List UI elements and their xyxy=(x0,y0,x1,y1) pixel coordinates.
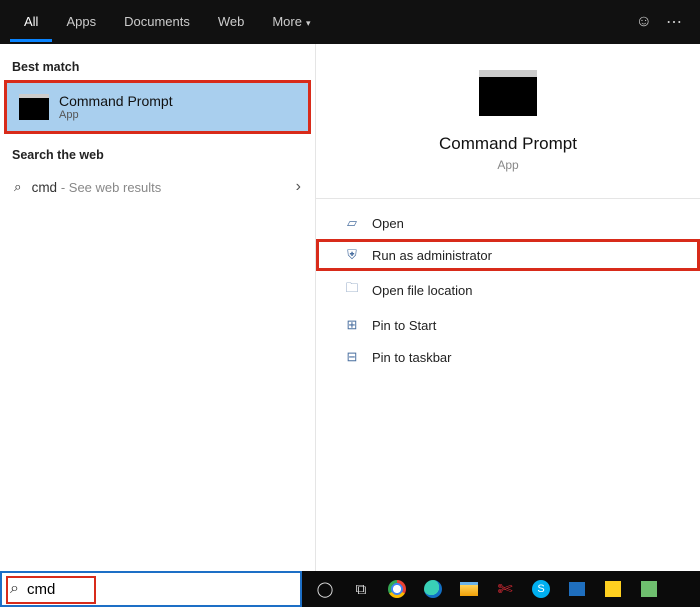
chevron-right-icon: › xyxy=(296,178,301,196)
action-list: ▱ Open ⛨ Run as administrator 🗀 Open fil… xyxy=(316,203,700,377)
best-match-subtitle: App xyxy=(59,109,173,121)
web-term: cmd xyxy=(32,180,58,195)
search-input[interactable] xyxy=(27,581,292,598)
best-match-result[interactable]: Command Prompt App xyxy=(4,80,311,134)
command-prompt-icon xyxy=(479,70,537,116)
best-match-heading: Best match xyxy=(0,52,315,80)
taskbar: ⌕ ◯ ⧉ ✄ S xyxy=(0,571,700,607)
skype-icon[interactable]: S xyxy=(524,571,558,607)
action-label: Open xyxy=(372,216,404,231)
file-explorer-icon[interactable] xyxy=(452,571,486,607)
action-label: Run as administrator xyxy=(372,248,492,263)
taskbar-apps: ◯ ⧉ ✄ S xyxy=(302,571,666,607)
cortana-icon[interactable]: ◯ xyxy=(308,571,342,607)
tab-more[interactable]: More ▾ xyxy=(258,2,324,42)
app-icon[interactable] xyxy=(632,571,666,607)
task-view-icon[interactable]: ⧉ xyxy=(344,571,378,607)
sticky-notes-icon[interactable] xyxy=(596,571,630,607)
web-hint: - See web results xyxy=(61,180,161,195)
search-icon: ⌕ xyxy=(10,580,19,598)
action-label: Pin to taskbar xyxy=(372,350,452,365)
pin-icon: ⊟ xyxy=(344,349,360,365)
web-result-row[interactable]: ⌕ cmd - See web results › xyxy=(0,168,315,206)
action-label: Pin to Start xyxy=(372,318,436,333)
open-icon: ▱ xyxy=(344,215,360,231)
command-prompt-icon xyxy=(19,94,49,120)
filter-tabs: All Apps Documents Web More ▾ xyxy=(10,2,325,42)
pin-icon: ⊞ xyxy=(344,317,360,333)
chevron-down-icon: ▾ xyxy=(306,18,311,28)
tab-all[interactable]: All xyxy=(10,2,52,42)
best-match-title: Command Prompt xyxy=(59,93,173,109)
taskbar-search[interactable]: ⌕ xyxy=(0,571,302,607)
results-pane: Best match Command Prompt App Search the… xyxy=(0,44,315,571)
tab-apps[interactable]: Apps xyxy=(52,2,110,42)
shield-icon: ⛨ xyxy=(344,247,360,263)
folder-icon: 🗀 xyxy=(344,279,360,301)
detail-subtitle: App xyxy=(497,158,518,172)
action-pin-to-taskbar[interactable]: ⊟ Pin to taskbar xyxy=(316,341,700,373)
detail-pane: Command Prompt App ▱ Open ⛨ Run as admin… xyxy=(315,44,700,571)
action-open-file-location[interactable]: 🗀 Open file location xyxy=(316,271,700,309)
action-run-as-administrator[interactable]: ⛨ Run as administrator xyxy=(316,239,700,271)
store-icon[interactable] xyxy=(560,571,594,607)
tab-web[interactable]: Web xyxy=(204,2,259,42)
tab-more-label: More xyxy=(272,14,302,29)
edge-icon[interactable] xyxy=(416,571,450,607)
detail-title: Command Prompt xyxy=(439,134,577,154)
chrome-icon[interactable] xyxy=(380,571,414,607)
action-open[interactable]: ▱ Open xyxy=(316,207,700,239)
action-pin-to-start[interactable]: ⊞ Pin to Start xyxy=(316,309,700,341)
search-icon: ⌕ xyxy=(14,179,22,195)
action-label: Open file location xyxy=(372,283,472,298)
snip-icon[interactable]: ✄ xyxy=(488,571,522,607)
divider xyxy=(316,198,700,199)
feedback-icon[interactable]: ☺ xyxy=(636,13,652,31)
options-icon[interactable]: ⋯ xyxy=(666,12,682,32)
search-web-heading: Search the web xyxy=(0,140,315,168)
tab-documents[interactable]: Documents xyxy=(110,2,204,42)
search-filter-bar: All Apps Documents Web More ▾ ☺ ⋯ xyxy=(0,0,700,44)
